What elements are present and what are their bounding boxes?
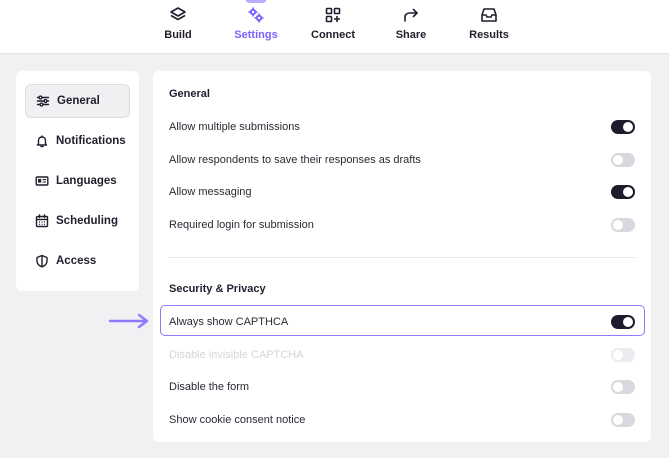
highlight-box: [160, 305, 645, 336]
setting-row: Required login for submission: [169, 215, 635, 235]
allow-messaging-toggle[interactable]: [611, 185, 635, 199]
setting-row: Allow respondents to save their response…: [169, 150, 635, 170]
nav-share-label: Share: [395, 29, 427, 41]
sidebar-item-access[interactable]: Access: [25, 244, 130, 278]
setting-label: Allow respondents to save their response…: [169, 154, 421, 166]
sidebar-item-scheduling[interactable]: Scheduling: [25, 204, 130, 238]
shield-icon: [36, 254, 48, 268]
setting-label: Required login for submission: [169, 219, 314, 231]
setting-row: Disable invisible CAPTCHA: [169, 345, 635, 365]
apps-add-icon: [325, 7, 341, 23]
sidebar-item-general[interactable]: General: [25, 84, 130, 118]
language-card-icon: [35, 176, 49, 186]
sidebar-item-scheduling-label: Scheduling: [56, 215, 118, 227]
bell-icon: [36, 135, 48, 148]
save-drafts-toggle[interactable]: [611, 153, 635, 167]
sidebar-item-access-label: Access: [56, 255, 97, 267]
cookie-consent-toggle[interactable]: [611, 413, 635, 427]
nav-build-label: Build: [164, 29, 192, 41]
nav-results[interactable]: Results: [454, 6, 524, 50]
sidebar-item-notifications[interactable]: Notifications: [25, 124, 130, 158]
setting-label: Disable the form: [169, 381, 250, 393]
pointer-arrow-icon: [108, 313, 149, 329]
nav-connect[interactable]: Connect: [298, 6, 368, 50]
share-arrow-icon: [404, 8, 418, 22]
setting-label: Disable invisible CAPTCHA: [169, 349, 304, 361]
sidebar-item-notifications-label: Notifications: [56, 135, 126, 147]
nav-build[interactable]: Build: [143, 6, 213, 50]
setting-row: Allow messaging: [169, 182, 635, 202]
setting-row: Show cookie consent notice: [169, 410, 635, 430]
sidebar-item-languages-label: Languages: [56, 175, 117, 187]
setting-label: Allow messaging: [169, 186, 252, 198]
nav-settings-label: Settings: [234, 29, 278, 41]
sidebar-item-languages[interactable]: Languages: [25, 164, 130, 198]
setting-row: Allow multiple submissions: [169, 117, 635, 137]
allow-multiple-submissions-toggle[interactable]: [611, 120, 635, 134]
nav-settings[interactable]: Settings: [221, 6, 291, 50]
disable-form-toggle[interactable]: [611, 380, 635, 394]
calendar-icon: [35, 214, 49, 228]
gears-icon: [248, 7, 264, 23]
settings-sidebar: General Notifications Languages Scheduli…: [16, 71, 139, 291]
section-divider: [169, 257, 635, 258]
inbox-icon: [481, 8, 497, 22]
layers-icon: [170, 7, 186, 21]
disable-invisible-captcha-toggle: [611, 348, 635, 362]
active-tab-indicator: [246, 0, 266, 3]
nav-connect-label: Connect: [311, 29, 355, 41]
required-login-toggle[interactable]: [611, 218, 635, 232]
setting-label: Show cookie consent notice: [169, 414, 306, 426]
setting-label: Allow multiple submissions: [169, 121, 300, 133]
nav-results-label: Results: [469, 29, 509, 41]
nav-share[interactable]: Share: [376, 6, 446, 50]
sliders-icon: [36, 95, 50, 107]
security-section-title: Security & Privacy: [169, 283, 266, 295]
top-navigation: Build Settings Connect Share Results: [0, 0, 669, 54]
setting-row: Disable the form: [169, 377, 635, 397]
sidebar-item-general-label: General: [57, 95, 100, 107]
settings-panel: General Allow multiple submissions Allow…: [153, 71, 651, 442]
general-section-title: General: [169, 88, 210, 100]
